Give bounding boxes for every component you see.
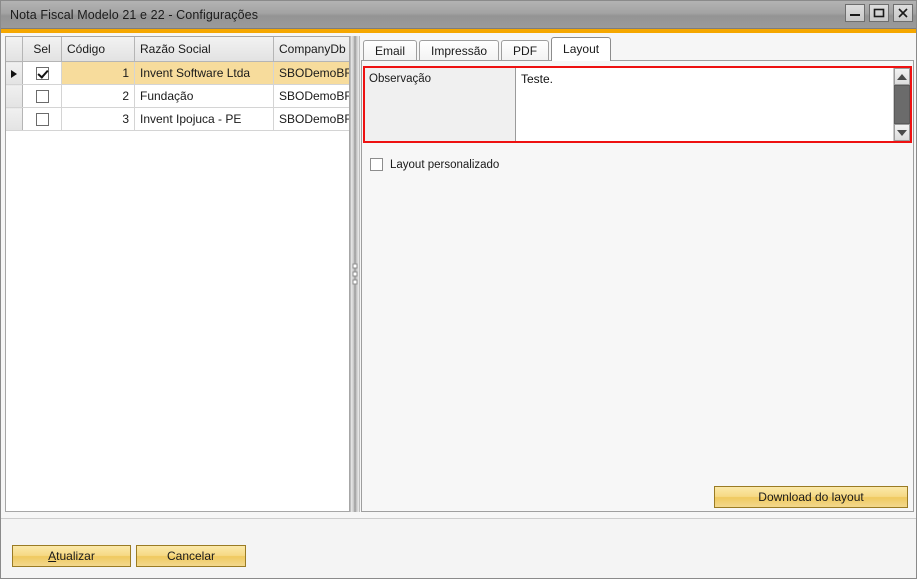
tab-page-layout: Observação Teste. Layout personalizado D…	[361, 60, 914, 512]
cancel-button[interactable]: Cancelar	[136, 545, 246, 567]
minimize-icon	[849, 8, 861, 18]
observation-label-area: Observação	[365, 68, 516, 141]
cell-companydb: SBODemoBR	[273, 84, 349, 108]
close-icon	[897, 8, 909, 18]
row-select-cell[interactable]	[22, 61, 62, 85]
cell-companydb: SBODemoBR	[273, 107, 349, 131]
tab-email[interactable]: Email	[363, 40, 418, 61]
table-header-row: Sel Código Razão Social CompanyDb	[6, 37, 349, 62]
scrollbar-track[interactable]	[894, 85, 910, 124]
window-title: Nota Fiscal Modelo 21 e 22 - Configuraçõ…	[10, 7, 259, 22]
companies-grid-panel: Sel Código Razão Social CompanyDb 1 Inve…	[5, 36, 350, 512]
scroll-up-button[interactable]	[894, 68, 910, 85]
table-row[interactable]: 2 Fundação SBODemoBR	[6, 84, 349, 108]
companies-table: Sel Código Razão Social CompanyDb 1 Inve…	[6, 37, 349, 131]
row-indicator-cell	[6, 107, 23, 131]
minimize-button[interactable]	[845, 4, 865, 22]
column-header-sel[interactable]: Sel	[22, 37, 62, 62]
maximize-button[interactable]	[869, 4, 889, 22]
scroll-down-button[interactable]	[894, 124, 910, 141]
panel-splitter[interactable]	[350, 36, 360, 512]
observation-group: Observação Teste.	[363, 66, 912, 143]
column-header-companydb[interactable]: CompanyDb	[273, 37, 349, 62]
accent-bar	[1, 29, 916, 33]
row-select-cell[interactable]	[22, 84, 62, 108]
observation-scrollbar[interactable]	[893, 68, 910, 141]
observation-textarea[interactable]: Teste.	[516, 68, 893, 141]
custom-layout-label: Layout personalizado	[390, 158, 500, 171]
row-checkbox[interactable]	[35, 113, 49, 127]
application-window: Nota Fiscal Modelo 21 e 22 - Configuraçõ…	[0, 0, 917, 579]
cell-razao-social: Invent Ipojuca - PE	[134, 107, 274, 131]
cell-codigo: 1	[61, 61, 135, 85]
observation-label: Observação	[369, 73, 432, 85]
tab-impressao[interactable]: Impressão	[419, 40, 500, 61]
table-row[interactable]: 1 Invent Software Ltda SBODemoBR	[6, 61, 349, 85]
settings-panel: Email Impressão PDF Layout Observação Te…	[361, 36, 914, 512]
window-controls	[845, 4, 913, 22]
column-header-indicator	[6, 37, 23, 62]
footer-bar: Atualizar Cancelar	[1, 518, 916, 578]
close-button[interactable]	[893, 4, 913, 22]
row-selector-arrow-icon	[11, 69, 17, 78]
arrow-up-icon	[897, 73, 907, 80]
title-bar: Nota Fiscal Modelo 21 e 22 - Configuraçõ…	[1, 1, 916, 29]
row-indicator-cell	[6, 61, 23, 85]
row-select-cell[interactable]	[22, 107, 62, 131]
custom-layout-row[interactable]: Layout personalizado	[370, 158, 499, 171]
cell-codigo: 3	[61, 107, 135, 131]
column-header-codigo[interactable]: Código	[61, 37, 135, 62]
cell-codigo: 2	[61, 84, 135, 108]
table-row[interactable]: 3 Invent Ipojuca - PE SBODemoBR	[6, 107, 349, 131]
splitter-grip-icon	[352, 263, 358, 285]
cell-razao-social: Invent Software Ltda	[134, 61, 274, 85]
observation-field[interactable]: Teste.	[516, 68, 910, 141]
scrollbar-thumb[interactable]	[894, 85, 910, 124]
row-checkbox[interactable]	[35, 90, 49, 104]
maximize-icon	[873, 8, 885, 18]
arrow-down-icon	[897, 129, 907, 136]
row-checkbox[interactable]	[35, 67, 49, 81]
cell-companydb: SBODemoBR	[273, 61, 349, 85]
tab-strip: Email Impressão PDF Layout	[361, 36, 914, 61]
custom-layout-checkbox[interactable]	[370, 158, 383, 171]
tab-layout[interactable]: Layout	[551, 37, 612, 61]
update-button-label: tualizar	[56, 549, 95, 563]
cell-razao-social: Fundação	[134, 84, 274, 108]
tab-pdf[interactable]: PDF	[501, 40, 550, 61]
download-layout-button[interactable]: Download do layout	[714, 486, 908, 508]
update-button[interactable]: Atualizar	[12, 545, 131, 567]
update-button-accelerator: A	[48, 549, 57, 563]
row-indicator-cell	[6, 84, 23, 108]
column-header-razao-social[interactable]: Razão Social	[134, 37, 274, 62]
